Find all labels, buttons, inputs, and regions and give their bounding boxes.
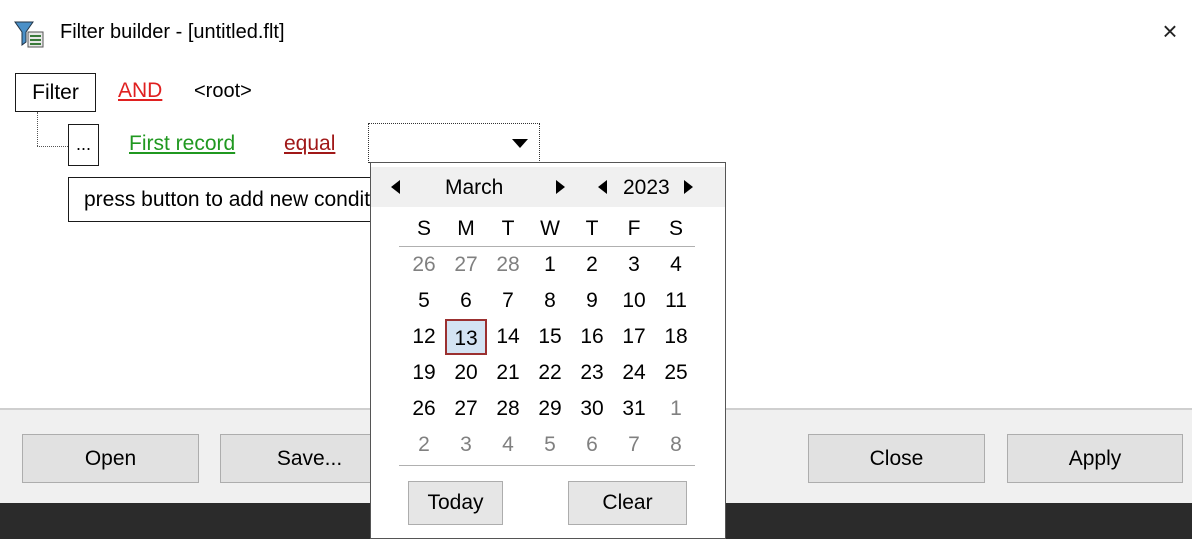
apply-button[interactable]: Apply <box>1007 434 1183 483</box>
close-button[interactable]: Close <box>808 434 985 483</box>
prev-month-icon[interactable] <box>391 180 400 194</box>
calendar-day[interactable]: 4 <box>655 247 697 283</box>
condition-operator-link[interactable]: equal <box>284 132 335 156</box>
calendar-day[interactable]: 15 <box>529 319 571 355</box>
condition-menu-button[interactable]: ... <box>68 124 99 166</box>
calendar-day[interactable]: 5 <box>529 427 571 463</box>
calendar-day[interactable]: 19 <box>403 355 445 391</box>
weekday-header: T <box>585 217 599 240</box>
calendar-day[interactable]: 6 <box>445 283 487 319</box>
calendar-today-button[interactable]: Today <box>408 481 503 525</box>
calendar-day[interactable]: 9 <box>571 283 613 319</box>
calendar-day[interactable]: 24 <box>613 355 655 391</box>
window-title: Filter builder - [untitled.flt] <box>60 21 285 43</box>
filter-root-button[interactable]: Filter <box>15 73 96 112</box>
calendar-week-row: 12 13 14 15 16 17 18 <box>399 319 699 355</box>
calendar-day[interactable]: 2 <box>403 427 445 463</box>
calendar-day[interactable]: 18 <box>655 319 697 355</box>
calendar-day[interactable]: 12 <box>403 319 445 355</box>
weekday-header: S <box>668 217 683 240</box>
next-year-icon[interactable] <box>684 180 693 194</box>
calendar-week-row: 2345678 <box>399 427 699 463</box>
weekday-header: T <box>501 217 515 240</box>
calendar-week-row: 19 20 21 22 23 24 25 <box>399 355 699 391</box>
calendar-day[interactable]: 3 <box>445 427 487 463</box>
root-label: <root> <box>194 80 252 102</box>
open-button[interactable]: Open <box>22 434 199 483</box>
weekday-header: F <box>627 217 641 240</box>
calendar-day[interactable]: 26 <box>403 391 445 427</box>
calendar-day[interactable]: 20 <box>445 355 487 391</box>
add-condition-button[interactable]: press button to add new condition <box>68 177 380 222</box>
calendar-day[interactable]: 28 <box>487 247 529 283</box>
calendar-day[interactable]: 31 <box>613 391 655 427</box>
calendar-day[interactable]: 7 <box>487 283 529 319</box>
calendar-day[interactable]: 4 <box>487 427 529 463</box>
calendar-month[interactable]: March <box>445 176 503 200</box>
calendar-day[interactable]: 10 <box>613 283 655 319</box>
calendar-day[interactable]: 27 <box>445 247 487 283</box>
condition-field-link[interactable]: First record <box>129 132 235 156</box>
calendar-day[interactable]: 28 <box>487 391 529 427</box>
calendar-day[interactable]: 5 <box>403 283 445 319</box>
calendar-day[interactable]: 25 <box>655 355 697 391</box>
tree-connector <box>37 112 38 146</box>
calendar-week-row: 5 6 7 8 9 10 11 <box>399 283 699 319</box>
calendar-day-today[interactable]: 13 <box>445 319 487 355</box>
calendar-day[interactable]: 14 <box>487 319 529 355</box>
calendar-day[interactable]: 30 <box>571 391 613 427</box>
calendar-year[interactable]: 2023 <box>623 176 670 200</box>
calendar-header: March 2023 <box>371 167 725 207</box>
group-operator-link[interactable]: AND <box>118 79 162 103</box>
calendar-day[interactable]: 3 <box>613 247 655 283</box>
calendar-day[interactable]: 8 <box>529 283 571 319</box>
calendar-day[interactable]: 8 <box>655 427 697 463</box>
next-month-icon[interactable] <box>556 180 565 194</box>
calendar-day[interactable]: 11 <box>655 283 697 319</box>
calendar-day[interactable]: 29 <box>529 391 571 427</box>
calendar-day[interactable]: 1 <box>655 391 697 427</box>
calendar-day[interactable]: 23 <box>571 355 613 391</box>
weekday-header: M <box>457 217 475 240</box>
calendar-clear-button[interactable]: Clear <box>568 481 687 525</box>
dropdown-arrow-icon[interactable] <box>512 139 528 148</box>
calendar-day[interactable]: 7 <box>613 427 655 463</box>
calendar-day[interactable]: 1 <box>529 247 571 283</box>
calendar-day[interactable]: 17 <box>613 319 655 355</box>
close-icon[interactable]: × <box>1156 17 1184 45</box>
calendar-day[interactable]: 16 <box>571 319 613 355</box>
calendar-divider <box>399 465 695 466</box>
weekday-header: W <box>540 217 560 240</box>
calendar-day[interactable]: 26 <box>403 247 445 283</box>
calendar-day[interactable]: 27 <box>445 391 487 427</box>
filter-builder-app-icon <box>14 21 44 48</box>
calendar-day[interactable]: 6 <box>571 427 613 463</box>
calendar-day[interactable]: 2 <box>571 247 613 283</box>
prev-year-icon[interactable] <box>598 180 607 194</box>
title-bar: Filter builder - [untitled.flt] × <box>0 0 1192 62</box>
calendar-week-row: 26 27 28 29 30 31 1 <box>399 391 699 427</box>
calendar-day[interactable]: 21 <box>487 355 529 391</box>
tree-connector-branch <box>37 146 68 147</box>
weekday-header-row: S M T W T F S <box>399 211 699 247</box>
calendar-day[interactable]: 22 <box>529 355 571 391</box>
condition-value-dropdown[interactable] <box>368 123 540 163</box>
calendar-week-row: 26 27 28 1 2 3 4 <box>399 247 699 283</box>
date-picker-popup[interactable]: March 2023 S M T W T F S 26 27 28 1 2 3 4 5 6 7 8 9… <box>370 162 726 539</box>
weekday-header: S <box>416 217 431 240</box>
